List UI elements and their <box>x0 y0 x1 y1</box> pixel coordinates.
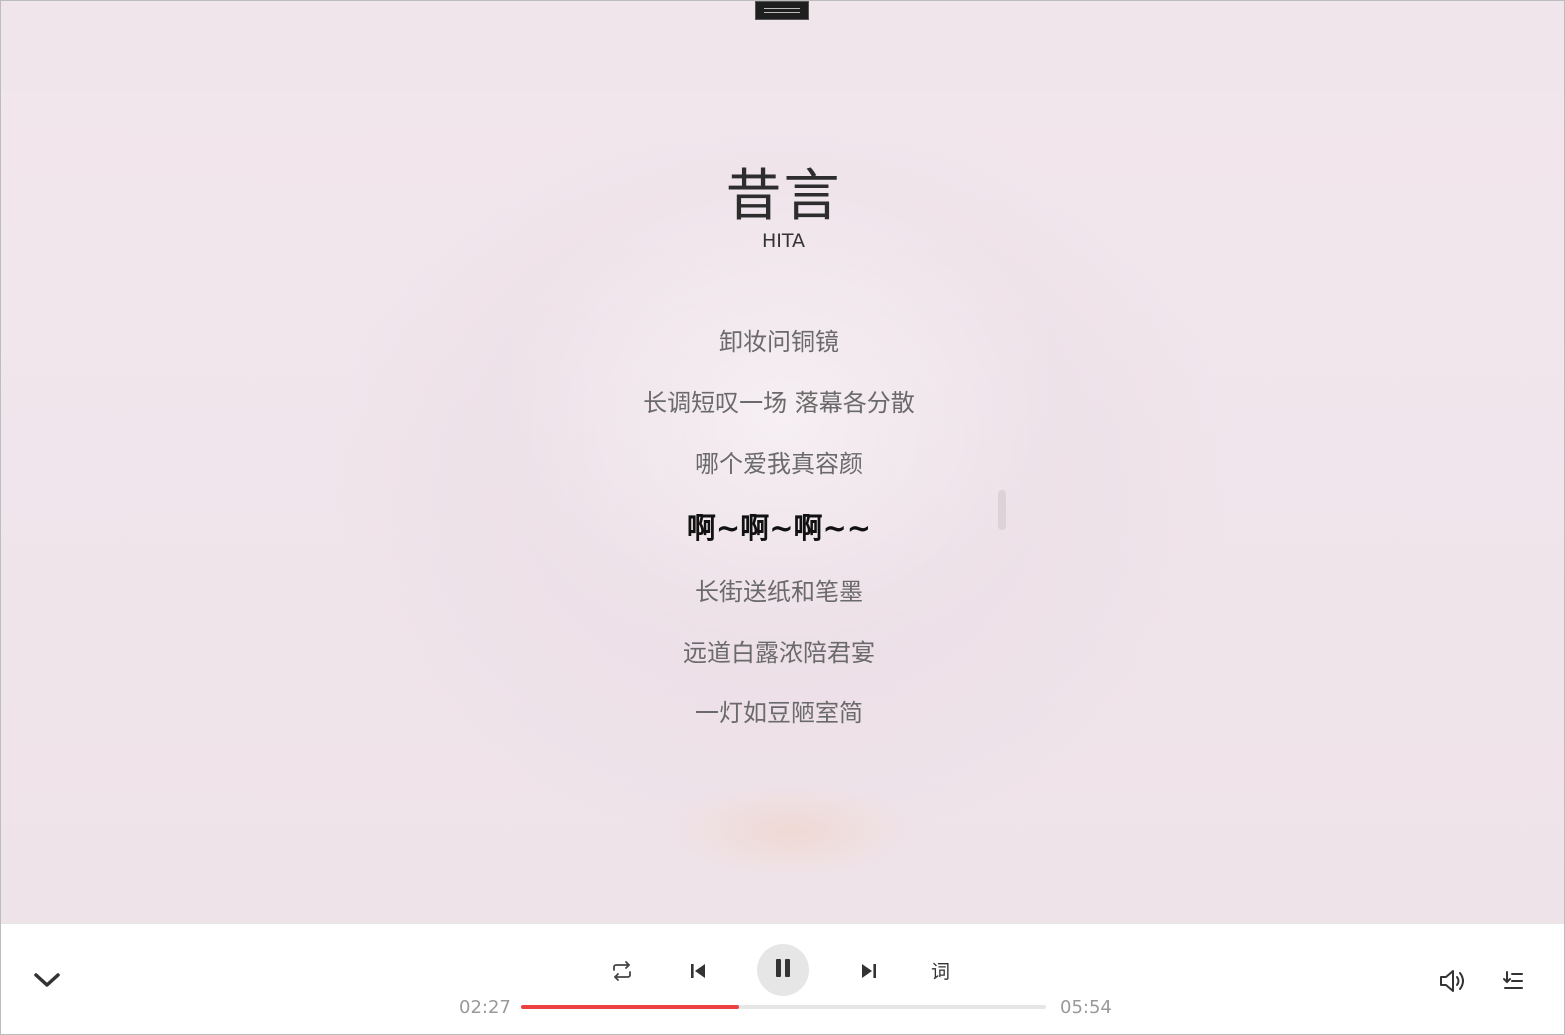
player-window: 昔言 HITA 卸妆问铜镜 长调短叹一场 落幕各分散 哪个爱我真容颜 啊~啊~啊… <box>0 0 1565 1035</box>
player-control-bar: 词 02:27 05:54 <box>1 923 1564 1034</box>
lyric-line[interactable]: 长调短叹一场 落幕各分散 <box>579 383 979 418</box>
collapse-handle[interactable] <box>755 1 809 20</box>
lyric-line[interactable]: 远道白露浓陪君宴 <box>579 633 979 668</box>
skip-next-icon[interactable] <box>853 955 885 987</box>
pause-button[interactable] <box>757 944 809 996</box>
repeat-icon[interactable] <box>606 955 638 987</box>
lyrics-panel[interactable]: 卸妆问铜镜 长调短叹一场 落幕各分散 哪个爱我真容颜 啊~啊~啊~~ 长街送纸和… <box>579 272 979 771</box>
lyric-line[interactable]: 卸妆问铜镜 <box>579 322 979 357</box>
volume-icon[interactable] <box>1435 965 1471 997</box>
total-time: 05:54 <box>1060 997 1112 1018</box>
handle-line <box>764 8 800 9</box>
handle-line <box>764 12 800 13</box>
progress-fill <box>521 1005 740 1009</box>
skip-previous-icon[interactable] <box>682 955 714 987</box>
song-artist[interactable]: HITA <box>1 230 1564 252</box>
lyrics-toggle-button[interactable]: 词 <box>931 957 950 984</box>
lyric-line[interactable]: 一灯如豆陋室简 <box>579 693 979 728</box>
lyric-line[interactable]: 长街送纸和笔墨 <box>579 572 979 607</box>
lyric-line-active[interactable]: 啊~啊~啊~~ <box>579 505 979 547</box>
song-title: 昔言 <box>725 164 842 229</box>
lyric-line[interactable]: 哪个爱我真容颜 <box>579 444 979 479</box>
chevron-down-icon[interactable] <box>29 962 65 998</box>
playlist-icon[interactable] <box>1497 965 1529 997</box>
current-time: 02:27 <box>459 997 511 1018</box>
pause-icon <box>773 957 793 983</box>
progress-bar[interactable] <box>521 1005 1046 1009</box>
lyrics-scrollbar[interactable] <box>998 490 1006 530</box>
